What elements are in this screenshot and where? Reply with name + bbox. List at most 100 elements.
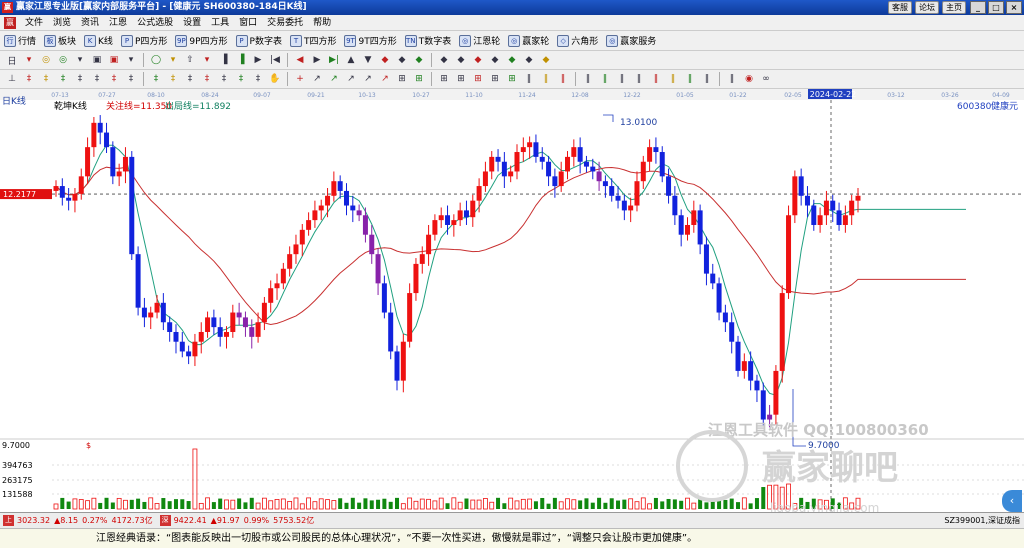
tool-sectors[interactable]: 板板块	[44, 34, 76, 47]
customer-service-link[interactable]: 客服	[888, 1, 912, 14]
analysis-tool-13-icon[interactable]: ‡	[233, 72, 249, 87]
analysis-tool-34-icon[interactable]: ‖	[614, 72, 630, 87]
analysis-tool-22-icon[interactable]: ⊞	[394, 72, 410, 87]
analysis-tool-29-icon[interactable]: ‖	[521, 72, 537, 87]
analysis-tool-25-icon[interactable]: ⊞	[453, 72, 469, 87]
analysis-tool-24-icon[interactable]: ⊞	[436, 72, 452, 87]
tool-quotes[interactable]: 行行情	[4, 34, 36, 47]
analysis-tool-14-icon[interactable]: ‡	[250, 72, 266, 87]
analysis-tool-26-icon[interactable]: ⊞	[470, 72, 486, 87]
drawing-tool-15-icon[interactable]: |◀	[267, 53, 283, 68]
analysis-tool-19-icon[interactable]: ↗	[343, 72, 359, 87]
analysis-tool-6-icon[interactable]: ‡	[106, 72, 122, 87]
analysis-tool-16-icon[interactable]: +	[292, 72, 308, 87]
analysis-tool-9-icon[interactable]: ‡	[165, 72, 181, 87]
analysis-tool-12-icon[interactable]: ‡	[216, 72, 232, 87]
analysis-tool-2-icon[interactable]: ‡	[38, 72, 54, 87]
kline-chart-panel[interactable]: 07-13 07-27 08-10 08-24 09-07 09-21 10-13 10-27…	[0, 89, 1024, 512]
menu-window[interactable]: 窗口	[234, 15, 262, 31]
analysis-tool-35-icon[interactable]: ‖	[631, 72, 647, 87]
menu-news[interactable]: 资讯	[76, 15, 104, 31]
drawing-tool-11-icon[interactable]: ▾	[199, 53, 215, 68]
menu-browse[interactable]: 浏览	[48, 15, 76, 31]
analysis-tool-3-icon[interactable]: ‡	[55, 72, 71, 87]
tool-t-number-table[interactable]: TN T数字表	[404, 34, 451, 47]
drawing-tool-19-icon[interactable]: ▲	[343, 53, 359, 68]
minimize-button[interactable]: _	[970, 1, 986, 14]
drawing-tool-24-icon[interactable]: ◆	[436, 53, 452, 68]
kline-chart[interactable]: 07-13 07-27 08-10 08-24 09-07 09-21 10-13 10-27…	[0, 89, 1024, 512]
drawing-tool-13-icon[interactable]: ▐	[233, 53, 249, 68]
drawing-tool-12-icon[interactable]: ▐	[216, 53, 232, 68]
tool-9p-square[interactable]: 9P 9P四方形	[175, 34, 228, 47]
menu-file[interactable]: 文件	[20, 15, 48, 31]
drawing-tool-21-icon[interactable]: ◆	[377, 53, 393, 68]
drawing-tool-22-icon[interactable]: ◆	[394, 53, 410, 68]
analysis-tool-32-icon[interactable]: ‖	[580, 72, 596, 87]
analysis-tool-21-icon[interactable]: ↗	[377, 72, 393, 87]
menu-gann[interactable]: 江恩	[104, 15, 132, 31]
analysis-tool-37-icon[interactable]: ‖	[665, 72, 681, 87]
drawing-tool-30-icon[interactable]: ◆	[538, 53, 554, 68]
drawing-tool-20-icon[interactable]: ▼	[360, 53, 376, 68]
close-button[interactable]: ×	[1006, 1, 1022, 14]
analysis-tool-4-icon[interactable]: ‡	[72, 72, 88, 87]
analysis-tool-30-icon[interactable]: ‖	[538, 72, 554, 87]
analysis-tool-28-icon[interactable]: ⊞	[504, 72, 520, 87]
drawing-tool-26-icon[interactable]: ◆	[470, 53, 486, 68]
analysis-tool-0-icon[interactable]: ⊥	[4, 72, 20, 87]
analysis-tool-5-icon[interactable]: ‡	[89, 72, 105, 87]
drawing-tool-23-icon[interactable]: ◆	[411, 53, 427, 68]
drawing-tool-25-icon[interactable]: ◆	[453, 53, 469, 68]
drawing-tool-29-icon[interactable]: ◆	[521, 53, 537, 68]
drawing-tool-18-icon[interactable]: ▶|	[326, 53, 342, 68]
tool-9t-square[interactable]: 9T 9T四方形	[344, 34, 397, 47]
drawing-tool-27-icon[interactable]: ◆	[487, 53, 503, 68]
drawing-tool-0-icon[interactable]: 日	[4, 53, 20, 68]
analysis-tool-42-icon[interactable]: ∞	[758, 72, 774, 87]
side-expand-button[interactable]: ‹	[1002, 490, 1022, 512]
analysis-tool-33-icon[interactable]: ‖	[597, 72, 613, 87]
menu-help[interactable]: 帮助	[308, 15, 336, 31]
menu-trade[interactable]: 交易委托	[262, 15, 308, 31]
analysis-tool-8-icon[interactable]: ‡	[148, 72, 164, 87]
analysis-tool-31-icon[interactable]: ‖	[555, 72, 571, 87]
drawing-tool-1-icon[interactable]: ▾	[21, 53, 37, 68]
menu-formula-screening[interactable]: 公式选股	[132, 15, 178, 31]
drawing-tool-2-icon[interactable]: ◎	[38, 53, 54, 68]
drawing-tool-4-icon[interactable]: ▾	[72, 53, 88, 68]
drawing-tool-6-icon[interactable]: ▣	[106, 53, 122, 68]
analysis-tool-7-icon[interactable]: ‡	[123, 72, 139, 87]
analysis-tool-38-icon[interactable]: ‖	[682, 72, 698, 87]
drawing-tool-7-icon[interactable]: ▾	[123, 53, 139, 68]
index-selector[interactable]: SZ399001,深证成指	[944, 514, 1020, 527]
drawing-tool-28-icon[interactable]: ◆	[504, 53, 520, 68]
analysis-tool-15-icon[interactable]: ✋	[267, 72, 283, 87]
analysis-tool-36-icon[interactable]: ‖	[648, 72, 664, 87]
analysis-tool-11-icon[interactable]: ‡	[199, 72, 215, 87]
drawing-tool-14-icon[interactable]: ▶	[250, 53, 266, 68]
forum-link[interactable]: 论坛	[915, 1, 939, 14]
analysis-tool-27-icon[interactable]: ⊞	[487, 72, 503, 87]
tool-winner-service[interactable]: ◎ 赢家服务	[606, 34, 656, 47]
tool-p-number-table[interactable]: P P数字表	[235, 34, 282, 47]
tool-t-square[interactable]: T T四方形	[289, 34, 336, 47]
analysis-tool-18-icon[interactable]: ↗	[326, 72, 342, 87]
drawing-tool-9-icon[interactable]: ▾	[165, 53, 181, 68]
analysis-tool-40-icon[interactable]: ‖	[724, 72, 740, 87]
analysis-tool-17-icon[interactable]: ↗	[309, 72, 325, 87]
analysis-tool-10-icon[interactable]: ‡	[182, 72, 198, 87]
menu-tools[interactable]: 工具	[206, 15, 234, 31]
analysis-tool-39-icon[interactable]: ‖	[699, 72, 715, 87]
analysis-tool-23-icon[interactable]: ⊞	[411, 72, 427, 87]
drawing-tool-10-icon[interactable]: ⇧	[182, 53, 198, 68]
drawing-tool-3-icon[interactable]: ◎	[55, 53, 71, 68]
tool-kline[interactable]: K K线	[84, 34, 113, 47]
tool-winner-wheel[interactable]: ◎ 赢家轮	[508, 34, 549, 47]
analysis-tool-20-icon[interactable]: ↗	[360, 72, 376, 87]
homepage-link[interactable]: 主页	[942, 1, 966, 14]
tool-p-square[interactable]: P P四方形	[120, 34, 167, 47]
drawing-tool-8-icon[interactable]: ◯	[148, 53, 164, 68]
drawing-tool-16-icon[interactable]: ◀	[292, 53, 308, 68]
analysis-tool-41-icon[interactable]: ◉	[741, 72, 757, 87]
